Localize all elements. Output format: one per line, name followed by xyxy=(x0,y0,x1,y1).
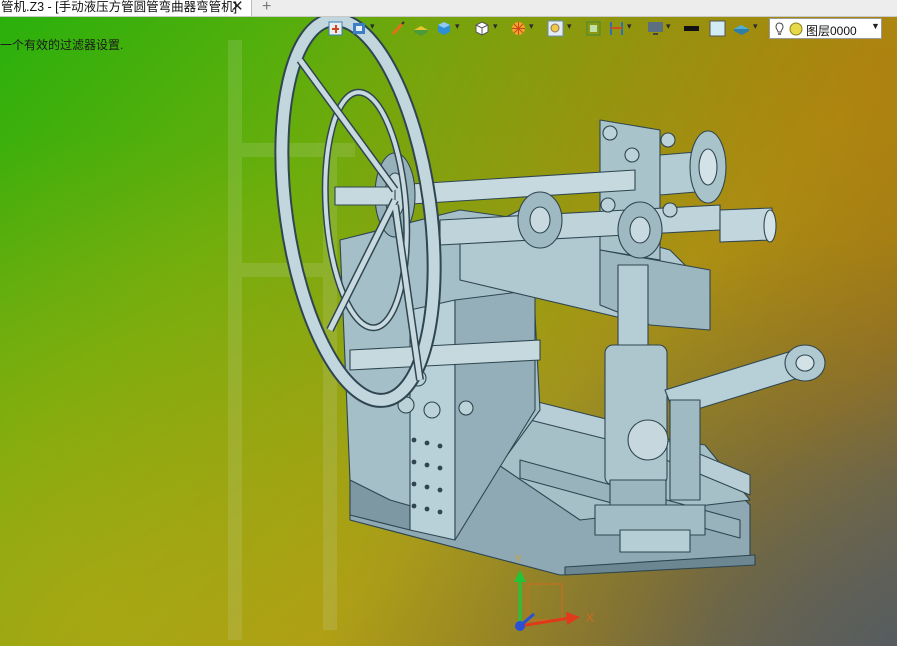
display-dropdown[interactable]: ▾ xyxy=(666,21,671,32)
coordinate-triad: X Y xyxy=(514,554,594,631)
view-orient-icon[interactable] xyxy=(351,20,368,37)
fit-view-icon[interactable] xyxy=(585,20,602,37)
view-orient-dropdown[interactable]: ▾ xyxy=(370,21,375,32)
layer-style-dropdown[interactable]: ▾ xyxy=(753,21,758,32)
line-color-swatch[interactable] xyxy=(683,20,700,37)
zoom-view-icon[interactable] xyxy=(547,20,564,37)
move-icon[interactable] xyxy=(327,20,344,37)
render-box-icon[interactable] xyxy=(436,20,453,37)
close-icon[interactable]: ✕ xyxy=(231,0,244,15)
document-tab-bar: 管机.Z3 - [手动液压方管圆管弯曲器弯管机] ✕ + xyxy=(0,0,897,17)
layer-selector[interactable]: 图层0000 ▼ xyxy=(769,18,882,39)
section-icon[interactable] xyxy=(608,20,625,37)
filter-status-message: 一个有效的过滤器设置. xyxy=(0,38,124,52)
zoom-dropdown[interactable]: ▾ xyxy=(567,21,572,32)
wireframe-dropdown[interactable]: ▾ xyxy=(493,21,498,32)
display-icon[interactable] xyxy=(647,20,664,37)
chevron-down-icon[interactable]: ▼ xyxy=(871,21,880,31)
wireframe-cube-icon[interactable] xyxy=(474,20,491,37)
3d-viewport[interactable]: 管机.Z3 - [手动液压方管圆管弯曲器弯管机] ✕ + 一个有效的过滤器设置.… xyxy=(0,0,897,646)
paint-brush-icon[interactable] xyxy=(390,20,407,37)
machine-body xyxy=(334,119,826,576)
document-tab[interactable]: 管机.Z3 - [手动液压方管圆管弯曲器弯管机] ✕ xyxy=(0,0,252,16)
layer-stack-icon[interactable] xyxy=(733,20,750,37)
new-tab-button[interactable]: + xyxy=(262,0,271,15)
section-dropdown[interactable]: ▾ xyxy=(627,21,632,32)
folder-material-icon[interactable] xyxy=(412,20,429,37)
fill-color-swatch[interactable] xyxy=(709,20,726,37)
light-bulb-icon xyxy=(775,22,803,36)
color-wheel-icon[interactable] xyxy=(510,20,527,37)
pipe-bender-3d-model[interactable] xyxy=(0,0,897,646)
document-tab-title: 管机.Z3 - [手动液压方管圆管弯曲器弯管机] xyxy=(1,0,238,14)
background-ghost-geometry xyxy=(228,40,355,640)
layer-label: 图层0000 xyxy=(806,24,857,38)
triad-x-label: X xyxy=(586,611,594,625)
triad-y-label: Y xyxy=(515,554,522,565)
color-dropdown[interactable]: ▾ xyxy=(529,21,534,32)
render-dropdown[interactable]: ▾ xyxy=(455,21,460,32)
